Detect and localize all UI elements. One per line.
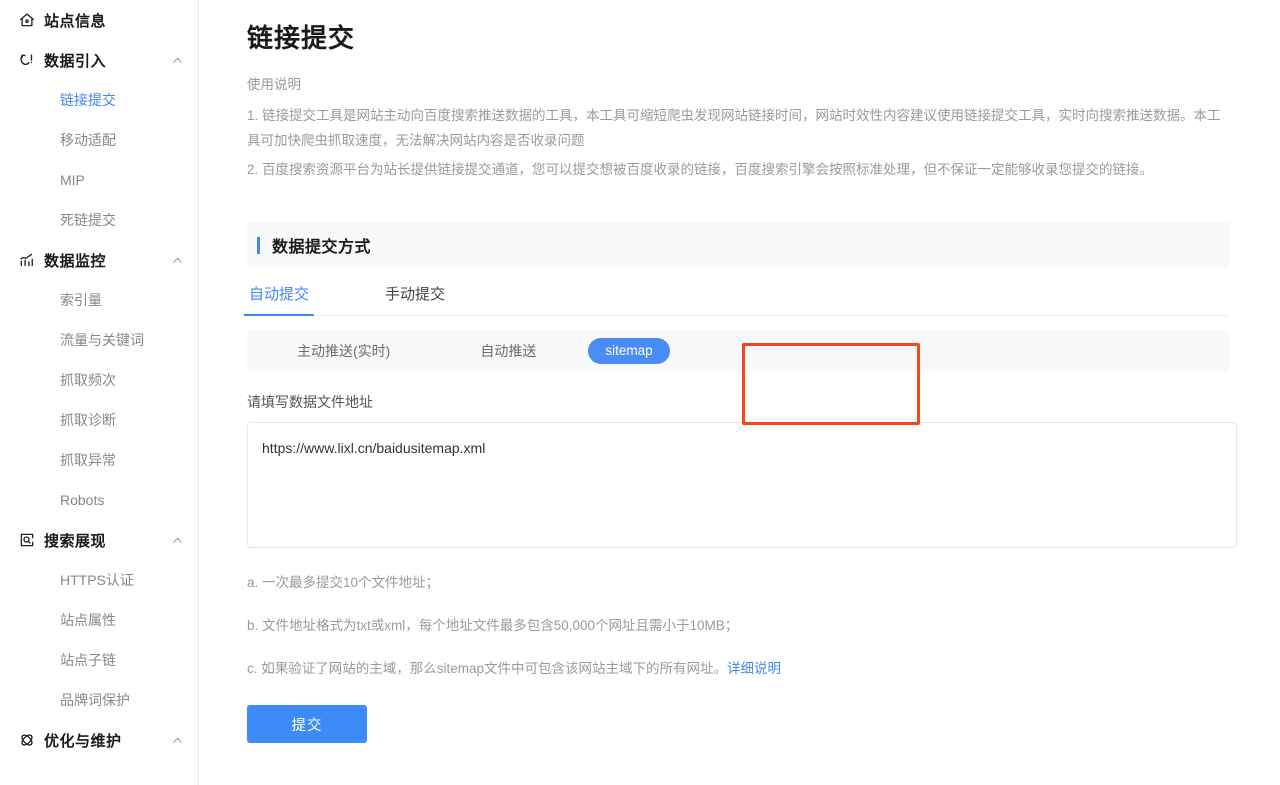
sidebar-item-site-sublinks[interactable]: 站点子链 [0, 640, 198, 680]
subtab-sitemap[interactable]: sitemap [588, 338, 669, 364]
page-title: 链接提交 [247, 18, 1230, 55]
sidebar-item-crawl-exception[interactable]: 抓取异常 [0, 440, 198, 480]
sidebar-item-site-attributes[interactable]: 站点属性 [0, 600, 198, 640]
subtab-auto-push[interactable]: 自动推送 [480, 341, 536, 361]
optimize-maintain-icon [18, 731, 44, 749]
usage-paragraph-1: 1. 链接提交工具是网站主动向百度搜索推送数据的工具，本工具可缩短爬虫发现网站链… [247, 103, 1230, 153]
sidebar-item-index-volume[interactable]: 索引量 [0, 280, 198, 320]
sidebar-group-data-import[interactable]: 数据引入 [0, 40, 198, 80]
note-b: b. 文件地址格式为txt或xml，每个地址文件最多包含50,000个网址且需小… [247, 614, 1230, 634]
note-c-text: c. 如果验证了网站的主域，那么sitemap文件中可包含该网站主域下的所有网址… [247, 661, 727, 676]
chevron-up-icon[interactable] [170, 533, 184, 547]
sidebar-item-mip[interactable]: MIP [0, 160, 198, 200]
tab-manual-submit[interactable]: 手动提交 [383, 283, 447, 315]
chart-monitor-icon [18, 251, 44, 269]
sidebar-group-site-info[interactable]: 站点信息 [0, 0, 198, 40]
sidebar-group-optimize-maintain[interactable]: 优化与维护 [0, 720, 198, 760]
sidebar-item-robots[interactable]: Robots [0, 480, 198, 520]
sidebar-item-link-submit[interactable]: 链接提交 [0, 80, 198, 120]
subtab-bar: 主动推送(实时) 自动推送 sitemap [247, 330, 1229, 372]
note-a: a. 一次最多提交10个文件地址； [247, 571, 1230, 591]
sidebar-item-mobile-adapt[interactable]: 移动适配 [0, 120, 198, 160]
section-header: 数据提交方式 [247, 222, 1229, 268]
sidebar-group-label: 数据监控 [44, 250, 170, 271]
url-input[interactable] [247, 422, 1237, 548]
sidebar-group-data-monitor[interactable]: 数据监控 [0, 240, 198, 280]
usage-label: 使用说明 [247, 73, 1230, 93]
tab-auto-submit[interactable]: 自动提交 [247, 283, 311, 315]
detail-description-link[interactable]: 详细说明 [727, 661, 781, 676]
note-c: c. 如果验证了网站的主域，那么sitemap文件中可包含该网站主域下的所有网址… [247, 657, 1230, 677]
sidebar-group-label: 数据引入 [44, 50, 170, 71]
section-accent-bar [257, 237, 260, 254]
usage-paragraph-2: 2. 百度搜索资源平台为站长提供链接提交通道，您可以提交想被百度收录的链接，百度… [247, 157, 1230, 182]
section-title: 数据提交方式 [272, 233, 371, 257]
sidebar-item-deadlink-submit[interactable]: 死链提交 [0, 200, 198, 240]
sidebar-group-label: 优化与维护 [44, 730, 170, 751]
main-content: 链接提交 使用说明 1. 链接提交工具是网站主动向百度搜索推送数据的工具，本工具… [199, 0, 1280, 785]
sidebar-item-brand-protection[interactable]: 品牌词保护 [0, 680, 198, 720]
sidebar-item-https-auth[interactable]: HTTPS认证 [0, 560, 198, 600]
tab-bar: 自动提交 手动提交 [247, 268, 1229, 316]
submit-button[interactable]: 提交 [247, 705, 367, 743]
sidebar-item-crawl-frequency[interactable]: 抓取频次 [0, 360, 198, 400]
home-icon [18, 11, 44, 29]
chevron-up-icon[interactable] [170, 733, 184, 747]
data-import-icon [18, 51, 44, 69]
sidebar-group-label: 站点信息 [44, 10, 184, 31]
search-display-icon [18, 531, 44, 549]
sidebar-item-crawl-diagnosis[interactable]: 抓取诊断 [0, 400, 198, 440]
sidebar: 站点信息 数据引入 链接提交 移动适配 MIP 死链提交 数据监控 [0, 0, 199, 785]
chevron-up-icon[interactable] [170, 53, 184, 67]
sidebar-group-search-display[interactable]: 搜索展现 [0, 520, 198, 560]
subtab-active-push[interactable]: 主动推送(实时) [297, 341, 390, 361]
chevron-up-icon[interactable] [170, 253, 184, 267]
sidebar-item-traffic-keywords[interactable]: 流量与关键词 [0, 320, 198, 360]
url-field-label: 请填写数据文件地址 [247, 392, 1230, 412]
sidebar-group-label: 搜索展现 [44, 530, 170, 551]
